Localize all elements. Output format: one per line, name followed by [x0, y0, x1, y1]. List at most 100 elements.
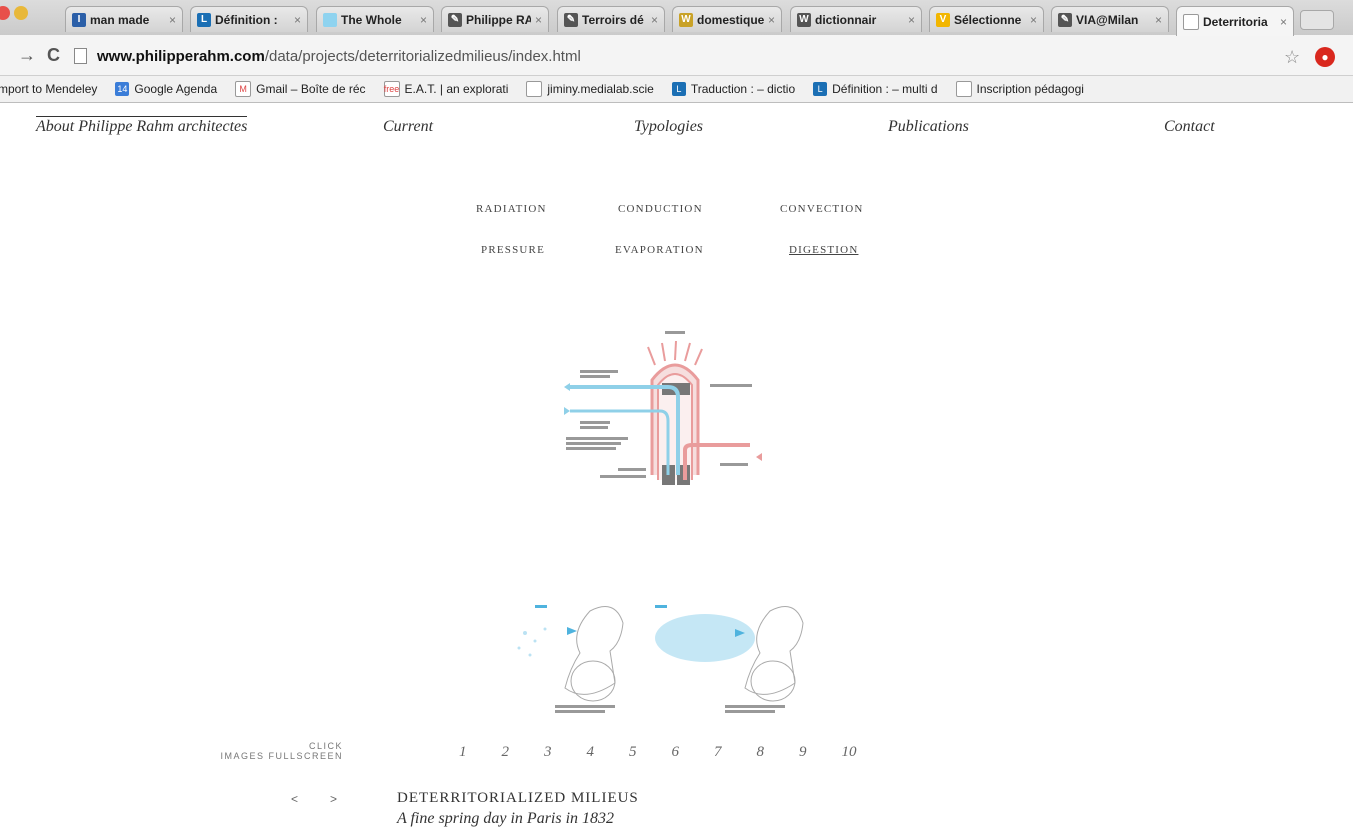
next-button[interactable]: > — [330, 792, 337, 806]
category-conduction[interactable]: CONDUCTION — [618, 203, 703, 215]
bookmark-item[interactable]: Inscription pédagogi — [955, 81, 1084, 97]
tab-close-icon[interactable]: × — [294, 13, 301, 27]
tab-close-icon[interactable]: × — [1030, 13, 1037, 27]
tab-title: Sélectionne — [954, 12, 1022, 27]
tab-title: Philippe RA — [466, 12, 531, 27]
diagram-arrow-exhaust-icon — [756, 453, 762, 461]
category-pressure[interactable]: PRESSURE — [481, 244, 545, 256]
tab-close-icon[interactable]: × — [1155, 13, 1162, 27]
category-radiation[interactable]: RADIATION — [476, 203, 547, 215]
close-window-button[interactable] — [0, 6, 10, 20]
tab-close-icon[interactable]: × — [651, 13, 658, 27]
diagram-mist-right — [655, 614, 755, 662]
page-link[interactable]: 4 — [587, 744, 595, 761]
diagram-airflow-left-icon — [567, 627, 577, 635]
new-tab-button[interactable] — [1300, 10, 1334, 30]
bookmark-label: jiminy.medialab.scie — [547, 82, 654, 96]
bookmark-item[interactable]: L Définition : – multi d — [813, 82, 938, 96]
tab-title: Terroirs dé — [582, 12, 644, 27]
diagram-head-left — [564, 606, 624, 695]
url-path: /data/projects/deterritorializedmilieus/… — [264, 47, 581, 65]
nav-current[interactable]: Current — [383, 118, 433, 136]
browser-toolbar: → C www.philipperahm.com/data/projects/d… — [0, 35, 1353, 76]
tab-close-icon[interactable]: × — [535, 13, 542, 27]
page-link[interactable]: 3 — [544, 744, 552, 761]
browser-tab[interactable]: ✎ Terroirs dé × — [557, 6, 665, 32]
free-icon: free — [383, 81, 400, 97]
tab-title: man made — [90, 12, 150, 27]
bookmark-item[interactable]: jiminy.medialab.scie — [526, 81, 654, 97]
tab-close-icon[interactable]: × — [420, 13, 427, 27]
page-icon — [526, 81, 543, 97]
diagram-arrow-left-icon — [564, 383, 570, 391]
browser-tab[interactable]: ✎ VIA@Milan × — [1051, 6, 1169, 32]
larousse-icon: L — [813, 82, 828, 96]
page-link[interactable]: 2 — [502, 744, 510, 761]
click-label: CLICK — [308, 741, 343, 751]
tab-title: VIA@Milan — [1076, 12, 1139, 27]
bookmark-star-icon[interactable]: ☆ — [1284, 47, 1300, 68]
browser-tab[interactable]: ✎ Philippe RA × — [441, 6, 549, 32]
browser-tab[interactable]: The Whole × — [316, 6, 434, 32]
site-navigation: About Philippe Rahm architectes Current … — [0, 116, 1353, 140]
page-link[interactable]: 6 — [672, 744, 680, 761]
page-link[interactable]: 1 — [459, 744, 467, 761]
tab-close-icon[interactable]: × — [768, 13, 775, 27]
tab-title: Deterritoria — [1203, 14, 1268, 29]
bookmark-label: Traduction : – dictio — [690, 82, 796, 96]
browser-tab[interactable]: Deterritoria × — [1176, 6, 1294, 36]
larousse-icon: L — [671, 82, 686, 96]
pen-favicon: ✎ — [448, 12, 462, 27]
pen-favicon: ✎ — [564, 12, 578, 27]
nav-about[interactable]: About Philippe Rahm architectes — [36, 116, 248, 136]
bookmark-item[interactable]: 14 Google Agenda — [115, 82, 217, 96]
nav-typologies[interactable]: Typologies — [634, 118, 703, 136]
project-subtitle: A fine spring day in Paris in 1832 — [397, 810, 615, 827]
address-bar[interactable]: www.philipperahm.com/data/projects/deter… — [74, 45, 1319, 67]
bookmark-item[interactable]: free E.A.T. | an explorati — [383, 81, 509, 97]
forward-button[interactable]: → — [18, 45, 36, 66]
browser-tab[interactable]: Wdictionnair × — [790, 6, 922, 32]
gmail-icon: M — [235, 81, 252, 97]
light-blue-favicon — [323, 12, 337, 27]
bookmark-label: Inscription pédagogi — [976, 82, 1084, 96]
bookmark-label: Définition : – multi d — [832, 82, 938, 96]
bookmark-label: E.A.T. | an explorati — [404, 82, 509, 96]
bookmark-item[interactable]: mport to Mendeley — [0, 82, 97, 96]
ventilation-diagram-image[interactable] — [560, 325, 780, 525]
project-title: DETERRITORIALIZED MILIEUS — [397, 790, 639, 806]
nav-contact[interactable]: Contact — [1164, 118, 1215, 136]
category-convection[interactable]: CONVECTION — [780, 203, 864, 215]
nav-publications[interactable]: Publications — [888, 118, 969, 136]
wiktionary-favicon: W — [797, 12, 811, 27]
tab-title: domestique — [697, 12, 764, 27]
browser-tab[interactable]: Wdomestique × — [672, 6, 782, 32]
prev-button[interactable]: < — [291, 792, 298, 806]
page-link[interactable]: 8 — [757, 744, 765, 761]
page-link[interactable]: 5 — [629, 744, 637, 761]
reload-button[interactable]: C — [47, 45, 60, 66]
page-link[interactable]: 7 — [714, 744, 722, 761]
page-link[interactable]: 10 — [842, 744, 857, 761]
bookmark-label: Gmail – Boîte de réc — [256, 82, 366, 96]
minimize-window-button[interactable] — [14, 6, 28, 20]
diagram-radiating-lines — [647, 340, 703, 366]
browser-tab[interactable]: Iman made × — [65, 6, 183, 32]
tab-close-icon[interactable]: × — [1280, 15, 1287, 29]
category-evaporation[interactable]: EVAPORATION — [615, 244, 704, 256]
tab-close-icon[interactable]: × — [169, 13, 176, 27]
diagram-lungs-left — [570, 660, 616, 702]
browser-tab[interactable]: L Définition : × — [190, 6, 308, 32]
bookmark-item[interactable]: M Gmail – Boîte de réc — [235, 81, 366, 97]
category-digestion[interactable]: DIGESTION — [789, 244, 858, 256]
kiosque-favicon: I — [72, 12, 86, 27]
fullscreen-hint[interactable]: CLICK IMAGES FULLSCREEN — [210, 741, 343, 761]
tab-close-icon[interactable]: × — [908, 13, 915, 27]
diagram-captions — [535, 605, 785, 713]
adblock-icon[interactable]: ● — [1315, 47, 1335, 67]
page-link[interactable]: 9 — [799, 744, 807, 761]
calendar-icon: 14 — [115, 82, 130, 96]
bookmark-item[interactable]: L Traduction : – dictio — [671, 82, 796, 96]
respiration-diagram-image[interactable] — [505, 593, 835, 718]
browser-tab[interactable]: V Sélectionne × — [929, 6, 1044, 32]
